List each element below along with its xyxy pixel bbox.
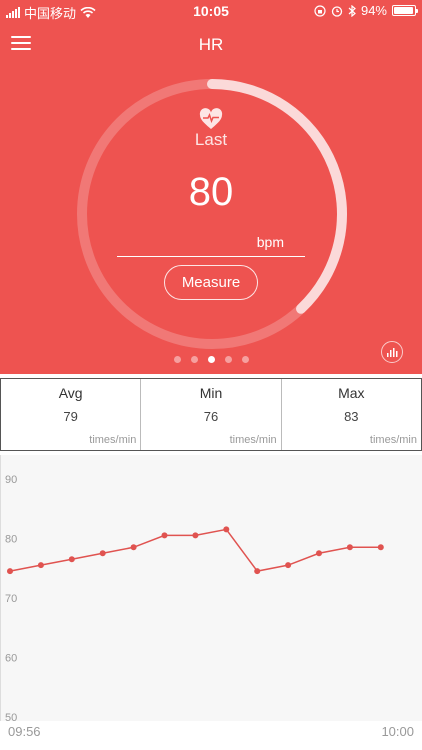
data-point (223, 526, 230, 533)
y-tick-label: 60 (5, 652, 17, 664)
data-point (254, 568, 261, 575)
data-point (285, 562, 292, 569)
stat-avg: Avg 79 times/min (1, 379, 142, 450)
stat-label: Max (338, 385, 365, 401)
stat-max: Max 83 times/min (282, 379, 421, 450)
stat-unit: times/min (89, 434, 137, 446)
stat-min: Min 76 times/min (141, 379, 282, 450)
hr-panel: 中国移动 10:05 94% HR Last 80 bpm Measure (0, 0, 422, 374)
battery-percent: 94% (360, 3, 387, 18)
stats-panel: Avg 79 times/min Min 76 times/min Max 83… (0, 378, 422, 451)
rotation-lock-icon (314, 4, 326, 17)
data-point (68, 556, 75, 563)
x-start-label: 09:56 (8, 724, 41, 739)
data-point (346, 544, 353, 551)
page-dot[interactable] (207, 356, 215, 363)
bar-chart-icon (387, 348, 398, 357)
heart-rate-value: 80 (188, 170, 234, 214)
stat-label: Avg (58, 385, 83, 401)
stat-label: Min (199, 385, 223, 401)
heart-rate-unit: bpm (256, 234, 284, 250)
measure-button[interactable]: Measure (164, 265, 258, 300)
data-point (161, 532, 168, 539)
stat-value: 83 (344, 409, 359, 424)
heart-icon (199, 108, 223, 129)
page-dot[interactable] (241, 356, 249, 363)
page-dot[interactable] (190, 356, 198, 363)
page-dot[interactable] (173, 356, 181, 363)
heart-rate-chart: 90 80 70 60 50 (5, 474, 384, 721)
data-point (130, 544, 137, 551)
battery-icon (392, 5, 418, 16)
data-point (192, 532, 199, 539)
alarm-icon (331, 5, 343, 17)
data-point (37, 562, 44, 569)
page-dot[interactable] (224, 356, 232, 363)
y-tick-label: 80 (5, 533, 17, 545)
bluetooth-icon (348, 4, 356, 17)
x-end-label: 10:00 (381, 724, 414, 739)
data-point (316, 550, 322, 557)
stat-value: 79 (63, 409, 78, 424)
data-point (99, 550, 106, 557)
y-tick-label: 90 (5, 474, 17, 486)
stat-value: 76 (203, 409, 219, 424)
y-tick-label: 50 (5, 712, 17, 721)
reading-label: Last (194, 130, 228, 149)
stat-unit: times/min (369, 434, 417, 446)
y-tick-label: 70 (5, 593, 17, 605)
data-point (377, 544, 384, 551)
stat-unit: times/min (229, 434, 277, 446)
page-title: HR (198, 35, 224, 54)
data-point (7, 568, 13, 575)
status-bar: 中国移动 10:05 94% (0, 0, 422, 22)
statistics-button[interactable] (381, 341, 403, 363)
divider (117, 256, 305, 257)
page-indicator[interactable] (0, 356, 422, 363)
